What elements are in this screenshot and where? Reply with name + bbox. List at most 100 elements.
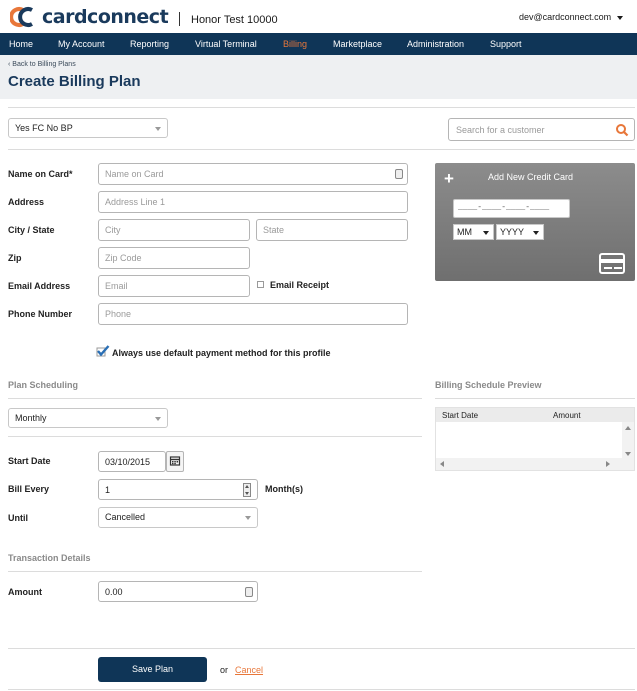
email-field[interactable]: Email <box>98 275 250 297</box>
user-menu[interactable]: dev@cardconnect.com <box>519 12 611 22</box>
preview-col-amount: Amount <box>553 411 581 420</box>
calculator-icon <box>245 587 253 597</box>
chevron-down-icon <box>245 516 251 520</box>
scroll-left-icon[interactable] <box>440 461 444 467</box>
address-label: Address <box>8 197 45 207</box>
chevron-down-icon[interactable] <box>617 16 623 20</box>
customer-search-input[interactable]: Search for a customer <box>448 118 635 141</box>
city-placeholder: City <box>105 225 121 235</box>
start-date-value: 03/10/2015 <box>105 457 151 467</box>
name-on-card-label: Name on Card* <box>8 169 73 179</box>
amount-label: Amount <box>8 587 42 597</box>
transaction-details-heading: Transaction Details <box>8 553 91 563</box>
contact-card-icon <box>395 169 403 179</box>
card-number-field[interactable]: ____-____-____-____ <box>453 199 570 218</box>
zip-label: Zip <box>8 253 22 263</box>
state-field[interactable]: State <box>256 219 408 241</box>
bill-every-unit: Month(s) <box>265 484 303 494</box>
amount-field[interactable]: 0.00 <box>98 581 258 602</box>
cardconnect-logo[interactable]: cardconnect <box>10 5 169 29</box>
logo-text: cardconnect <box>42 6 169 28</box>
expiry-year-value: YYYY <box>500 227 525 237</box>
expiry-month-select[interactable]: MM <box>453 224 494 240</box>
header-divider <box>179 12 180 26</box>
merchant-name: Honor Test 10000 <box>191 14 278 26</box>
chevron-down-icon <box>155 127 161 131</box>
profile-select-value: Yes FC No BP <box>15 123 73 133</box>
expiry-month-value: MM <box>457 227 472 237</box>
name-on-card-field[interactable]: Name on Card <box>98 163 408 185</box>
stepper-icon[interactable] <box>243 483 251 497</box>
expiry-year-select[interactable]: YYYY <box>496 224 544 240</box>
nav-administration[interactable]: Administration <box>407 39 464 49</box>
until-value: Cancelled <box>105 512 146 522</box>
nav-my-account[interactable]: My Account <box>58 39 105 49</box>
address-placeholder: Address Line 1 <box>105 197 166 207</box>
bill-every-value: 1 <box>105 485 111 495</box>
chevron-down-icon <box>533 231 539 235</box>
zip-placeholder: Zip Code <box>105 253 142 263</box>
calendar-button[interactable] <box>166 451 184 472</box>
phone-label: Phone Number <box>8 309 73 319</box>
divider <box>8 571 422 572</box>
add-credit-card-panel: + Add New Credit Card ____-____-____-___… <box>435 163 635 281</box>
frequency-value: Monthly <box>15 413 47 423</box>
plus-icon[interactable]: + <box>444 170 454 187</box>
scroll-up-icon[interactable] <box>625 426 631 430</box>
chevron-down-icon <box>483 231 489 235</box>
logo-mark-icon <box>10 7 33 27</box>
billing-preview-heading: Billing Schedule Preview <box>435 380 542 390</box>
plan-scheduling-heading: Plan Scheduling <box>8 380 79 390</box>
bill-every-field[interactable]: 1 <box>98 479 258 500</box>
nav-support[interactable]: Support <box>490 39 522 49</box>
divider <box>8 149 635 150</box>
until-select[interactable]: Cancelled <box>98 507 258 528</box>
preview-col-start-date: Start Date <box>442 411 479 420</box>
divider <box>8 689 635 690</box>
scroll-down-icon[interactable] <box>625 452 631 456</box>
city-field[interactable]: City <box>98 219 250 241</box>
profile-select[interactable]: Yes FC No BP <box>8 118 168 138</box>
state-placeholder: State <box>263 225 285 235</box>
divider <box>8 436 422 437</box>
email-placeholder: Email <box>105 281 128 291</box>
nav-home[interactable]: Home <box>9 39 33 49</box>
preview-table-header: Start Date Amount <box>436 408 634 422</box>
or-text: or <box>220 665 229 675</box>
billing-schedule-preview-table: Start Date Amount <box>435 407 635 471</box>
vertical-scrollbar[interactable] <box>622 422 634 460</box>
divider <box>8 648 635 649</box>
calendar-icon <box>169 456 181 466</box>
top-header: cardconnect Honor Test 10000 dev@cardcon… <box>0 0 637 33</box>
nav-reporting[interactable]: Reporting <box>130 39 169 49</box>
frequency-select[interactable]: Monthly <box>8 408 168 428</box>
phone-field[interactable]: Phone <box>98 303 408 325</box>
nav-billing[interactable]: Billing <box>283 39 307 49</box>
amount-value: 0.00 <box>105 587 123 597</box>
chevron-down-icon <box>155 417 161 421</box>
scroll-right-icon[interactable] <box>606 461 610 467</box>
page-title: Create Billing Plan <box>8 73 141 90</box>
default-payment-checkbox[interactable] <box>96 345 110 357</box>
credit-card-icon <box>599 253 625 274</box>
nav-virtual-terminal[interactable]: Virtual Terminal <box>195 39 257 49</box>
email-label: Email Address <box>8 281 71 291</box>
nav-marketplace[interactable]: Marketplace <box>333 39 382 49</box>
cancel-link[interactable]: Cancel <box>235 665 263 675</box>
zip-field[interactable]: Zip Code <box>98 247 250 269</box>
name-on-card-placeholder: Name on Card <box>105 169 164 179</box>
address-field[interactable]: Address Line 1 <box>98 191 408 213</box>
start-date-field[interactable]: 03/10/2015 <box>98 451 166 472</box>
back-to-billing-plans-link[interactable]: ‹ Back to Billing Plans <box>8 61 76 68</box>
email-receipt-checkbox[interactable] <box>257 281 264 288</box>
start-date-label: Start Date <box>8 456 51 466</box>
save-plan-button[interactable]: Save Plan <box>98 657 207 682</box>
divider <box>8 107 635 108</box>
horizontal-scrollbar[interactable] <box>436 458 634 470</box>
city-state-label: City / State <box>8 225 55 235</box>
search-icon[interactable] <box>615 123 629 137</box>
search-placeholder: Search for a customer <box>456 125 545 135</box>
until-label: Until <box>8 513 28 523</box>
default-payment-label: Always use default payment method for th… <box>112 348 331 358</box>
bill-every-label: Bill Every <box>8 484 50 494</box>
